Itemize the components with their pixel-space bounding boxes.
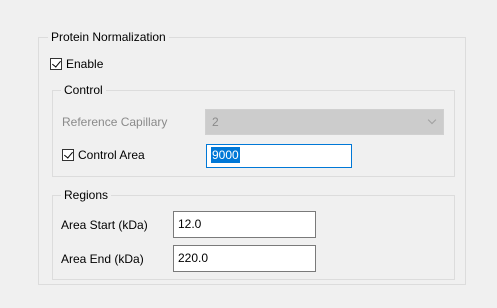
- area-end-label: Area End (kDa): [61, 252, 144, 266]
- protein-normalization-title: Protein Normalization: [48, 30, 169, 45]
- control-title: Control: [61, 83, 106, 98]
- control-area-input[interactable]: 9000: [206, 144, 352, 168]
- control-area-checkbox[interactable]: Control Area: [62, 148, 145, 162]
- enable-checkbox[interactable]: Enable: [50, 57, 103, 71]
- area-end-value: 220.0: [178, 251, 209, 265]
- reference-capillary-value: 2: [212, 115, 219, 129]
- area-end-input[interactable]: 220.0: [173, 245, 316, 272]
- enable-label: Enable: [66, 57, 104, 71]
- area-start-value: 12.0: [178, 217, 202, 231]
- control-area-label: Control Area: [78, 148, 145, 162]
- reference-capillary-label: Reference Capillary: [62, 115, 168, 129]
- regions-title: Regions: [61, 188, 112, 203]
- enable-checkbox-box[interactable]: [50, 58, 62, 70]
- area-start-label: Area Start (kDa): [61, 218, 148, 232]
- chevron-down-icon: [427, 115, 437, 125]
- area-start-input[interactable]: 12.0: [173, 211, 316, 238]
- control-area-checkbox-box[interactable]: [62, 149, 74, 161]
- control-area-value: 9000: [211, 147, 240, 163]
- reference-capillary-select[interactable]: 2: [205, 109, 444, 135]
